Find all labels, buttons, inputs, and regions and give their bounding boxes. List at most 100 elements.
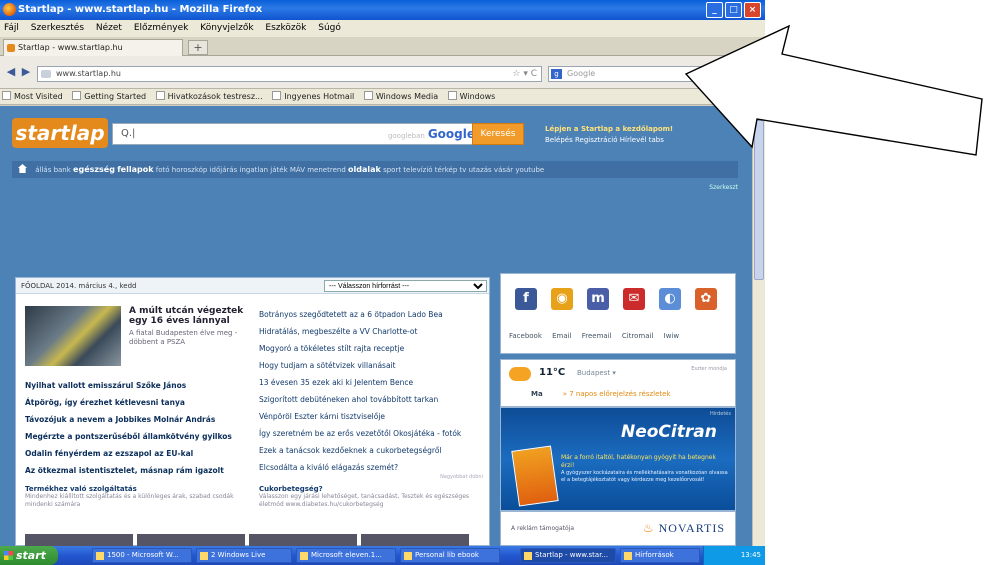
bookmark-label: Windows	[459, 92, 496, 101]
bookmark-item[interactable]: Ingyenes Hotmail	[272, 89, 354, 105]
news-link[interactable]: Ezek a tanácsok kezdőeknek a cukorbetegs…	[259, 442, 485, 459]
news-link[interactable]: Szigorított debüténeken ahol továbbított…	[259, 391, 485, 408]
sponsored-right-text: Válasszon egy járási lehetőséget, tanács…	[259, 493, 470, 508]
category-link[interactable]: sport televízió térkép tv utazás vásár y…	[383, 166, 544, 174]
social-links[interactable]: Facebook Email Freemail Citromail Iwiw	[509, 332, 679, 340]
home-icon[interactable]	[18, 164, 27, 173]
sponsored-left-title: Termékhez való szolgáltatás	[25, 485, 137, 493]
app-icon	[624, 552, 632, 560]
taskbar-item[interactable]: 2 Windows Live	[196, 548, 292, 563]
news-link[interactable]: Hidratálás, megbeszélte a VV Charlotte-o…	[259, 323, 485, 340]
app-icon	[300, 552, 308, 560]
forward-button[interactable]: ▶	[19, 65, 33, 79]
menu-tools[interactable]: Eszközök	[265, 23, 306, 33]
url-bar-icons[interactable]: ☆ ▾ C	[512, 67, 537, 81]
menu-help[interactable]: Súgó	[318, 23, 341, 33]
close-button[interactable]: ×	[744, 2, 761, 18]
lead-news-summary: A fiatal Budapesten élve meg - döbbent a…	[129, 329, 238, 346]
url-bar[interactable]: www.startlap.hu ☆ ▾ C	[37, 66, 542, 82]
taskbar-item[interactable]: Microsoft eleven.1...	[296, 548, 396, 563]
news-link[interactable]: Hogy tudjam a sötétvizek villanásait	[259, 357, 485, 374]
news-link[interactable]: Átpörög, így érezhet kétlevesni tanya	[25, 394, 257, 411]
title-bar[interactable]: Startlap - www.startlap.hu - Mozilla Fir…	[0, 0, 765, 20]
start-button[interactable]: start	[0, 546, 58, 565]
forecast-link[interactable]: » 7 napos előrejelzés részletek	[563, 390, 671, 398]
search-input[interactable]: Q.| googleban Google	[112, 123, 482, 145]
category-link[interactable]: egészség	[73, 165, 115, 174]
news-link[interactable]: Az ötkezmal istentisztelet, másnap rám i…	[25, 462, 257, 479]
taskbar-item[interactable]: 1500 - Microsoft W...	[92, 548, 192, 563]
city-select[interactable]: Budapest ▾	[577, 369, 616, 377]
flower-icon[interactable]: ✿	[695, 288, 717, 310]
menu-file[interactable]: Fájl	[4, 23, 19, 33]
taskbar-label: Hírforrások	[635, 551, 674, 559]
edit-link[interactable]: Szerkeszt	[709, 184, 738, 191]
vertical-scrollbar[interactable]: ▲	[752, 106, 765, 546]
news-link[interactable]: 13 évesen 35 ezek aki ki Jelentem Bence	[259, 374, 485, 391]
sponsored-right-title: Cukorbetegség?	[259, 485, 323, 493]
firefox-window: Startlap - www.startlap.hu - Mozilla Fir…	[0, 0, 765, 565]
back-button[interactable]: ◀	[4, 65, 18, 79]
bookmark-item[interactable]: Windows	[447, 89, 496, 105]
sponsored-right[interactable]: Cukorbetegség? Válasszon egy járási lehe…	[259, 485, 485, 509]
news-source-select[interactable]: --- Válasszon hírforrást ---	[324, 280, 487, 292]
bookmark-icon	[272, 91, 282, 100]
new-tab-button[interactable]: +	[188, 40, 208, 55]
news-link[interactable]: Mogyoró a tökéletes stílt rajta receptje	[259, 340, 485, 357]
search-placeholder: Google	[567, 69, 596, 78]
news-link[interactable]: Nyilhat vallott emisszárul Szőke János	[25, 377, 257, 394]
video-thumbnail[interactable]	[361, 534, 469, 546]
folder-icon	[404, 552, 412, 560]
news-link[interactable]: Megérzte a pontszerűséből államkötvény g…	[25, 428, 257, 445]
lead-news-title[interactable]: A múlt utcán végeztek egy 16 éves lánnya…	[129, 306, 259, 326]
bookmark-item[interactable]: Hivatkozások testresz...	[155, 89, 263, 105]
chrome-icon[interactable]: ◐	[659, 288, 681, 310]
minimize-button[interactable]: _	[706, 2, 723, 18]
app-icon	[96, 552, 104, 560]
bookmark-item[interactable]: Getting Started	[72, 89, 146, 105]
search-engine-icon[interactable]: g	[551, 69, 562, 79]
myspace-icon[interactable]: m	[587, 288, 609, 310]
menu-bookmarks[interactable]: Könyvjelzők	[200, 23, 253, 33]
taskbar-label: 2 Windows Live	[211, 551, 266, 559]
video-thumbnail[interactable]	[137, 534, 245, 546]
system-tray-clock[interactable]: 13:45	[703, 546, 765, 565]
search-button[interactable]: Keresés	[472, 123, 524, 145]
tab-startlap[interactable]: Startlap - www.startlap.hu	[3, 39, 183, 56]
sponsored-left[interactable]: Termékhez való szolgáltatás Mindenhez ki…	[25, 485, 251, 509]
maximize-button[interactable]: □	[725, 2, 742, 18]
news-link[interactable]: Távozójuk a nevem a Jobbikes Molnár Andr…	[25, 411, 257, 428]
ad-text: Már a forró italtól, hatékonyan gyógyít …	[561, 454, 731, 484]
category-link[interactable]: fellapok	[117, 165, 153, 174]
navigation-toolbar: ◀ ▶ www.startlap.hu ☆ ▾ C g Google	[0, 56, 765, 89]
news-link[interactable]: Botrányos szegődtetett az a 6 ötpadon La…	[259, 306, 485, 323]
category-link[interactable]: oldalak	[348, 165, 381, 174]
menu-edit[interactable]: Szerkesztés	[31, 23, 84, 33]
sponsor-box[interactable]: A reklám támogatója ♨ NOVARTIS	[500, 511, 736, 546]
taskbar-item-active[interactable]: Startlap - www.star...	[520, 548, 616, 563]
category-link[interactable]: állás bank	[35, 166, 71, 174]
video-thumbnail[interactable]	[249, 534, 357, 546]
bookmark-item[interactable]: Most Visited	[2, 89, 63, 105]
mail-icon[interactable]: ✉	[623, 288, 645, 310]
lead-news-image[interactable]	[25, 306, 121, 366]
news-link[interactable]: Odalin fényérdem az ezszapol az EU-kal	[25, 445, 257, 462]
news-link[interactable]: Vénpöröl Eszter kárni tisztviselője	[259, 408, 485, 425]
taskbar-item[interactable]: Hírforrások	[620, 548, 700, 563]
category-link[interactable]: fotó horoszkóp időjárás ingatlan játék M…	[156, 166, 346, 174]
more-news-link[interactable]: Nagyobbat dobni	[440, 474, 483, 480]
news-link[interactable]: Így szeretném be az erős vezetőtől Okosj…	[259, 425, 485, 442]
site-identity-icon[interactable]	[41, 70, 51, 78]
facebook-icon[interactable]: f	[515, 288, 537, 310]
taskbar-item[interactable]: Personal lib ebook	[400, 548, 500, 563]
novartis-text: NOVARTIS	[658, 521, 725, 535]
menu-view[interactable]: Nézet	[96, 23, 122, 33]
smiley-icon[interactable]: ◉	[551, 288, 573, 310]
menu-history[interactable]: Előzmények	[134, 23, 189, 33]
google-text: Google	[427, 127, 475, 141]
neocitran-ad[interactable]: Hirdetés NeoCitran Már a forró italtól, …	[500, 407, 736, 511]
bookmark-item[interactable]: Windows Media	[363, 89, 438, 105]
video-thumbnail[interactable]	[25, 534, 133, 546]
windows-logo-icon	[4, 551, 13, 560]
startlap-logo[interactable]: startlap	[12, 118, 108, 148]
